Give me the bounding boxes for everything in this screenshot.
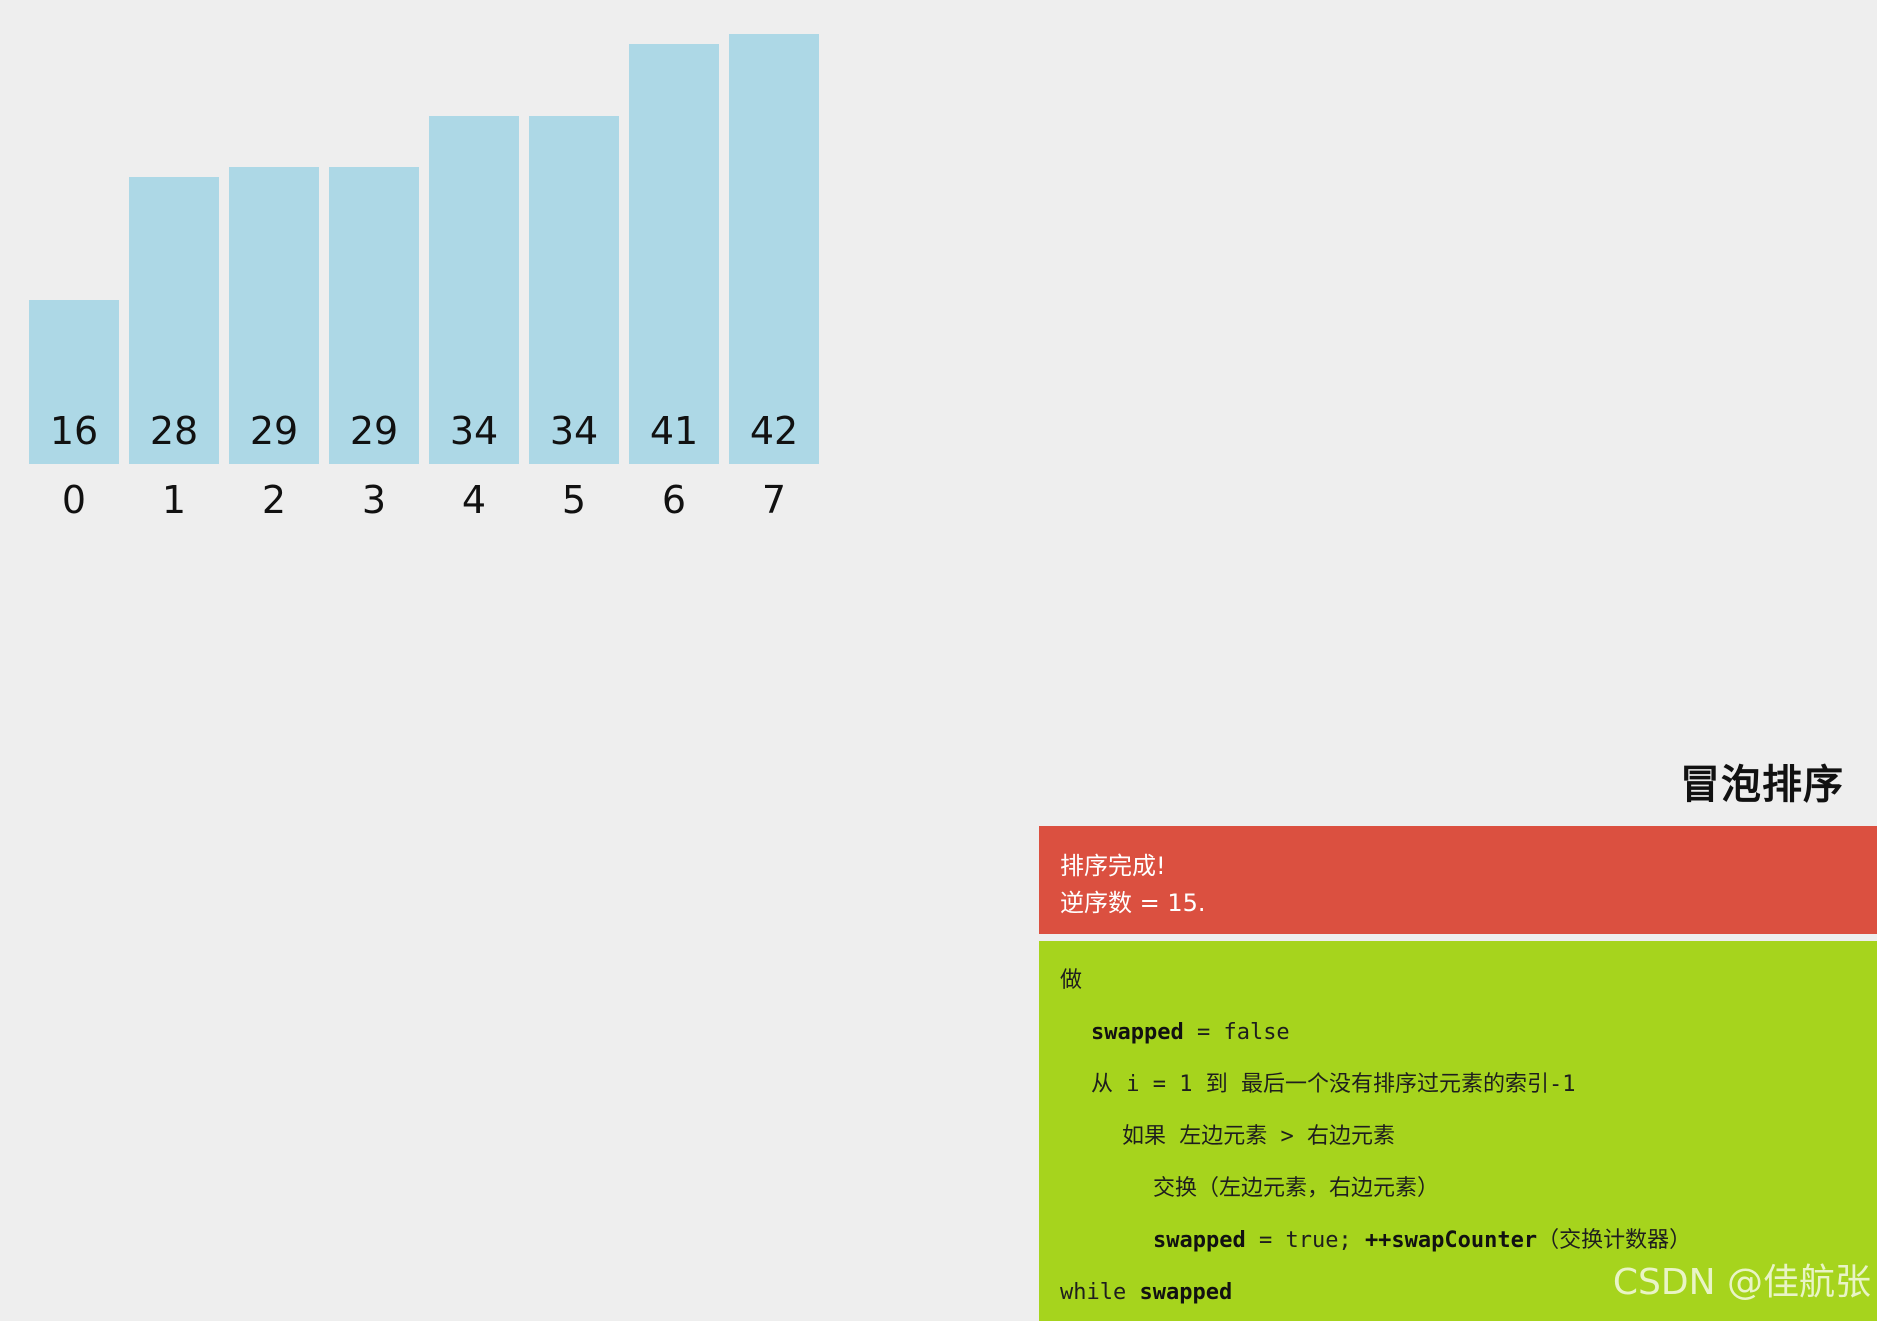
pseudocode-line-1: swapped = false: [1039, 1007, 1877, 1059]
pseudocode-line-4: 交换（左边元素，右边元素）: [1039, 1163, 1877, 1215]
pseudocode-token: swapped: [1139, 1280, 1233, 1305]
pseudocode-token: （交换计数器）: [1537, 1228, 1692, 1253]
bar-value-label-1: 28: [149, 409, 199, 453]
pseudocode-token: = false: [1183, 1020, 1290, 1045]
algorithm-title: 冒泡排序: [1680, 762, 1844, 808]
bar-value-label-0: 16: [49, 409, 99, 453]
bar-index-label-6: 6: [661, 478, 687, 522]
status-line-completed: 排序完成!: [1060, 852, 1166, 880]
pseudocode-token: 从 i = 1 到 最后一个没有排序过元素的索引-1: [1091, 1072, 1576, 1097]
pseudocode-token: = true;: [1245, 1228, 1365, 1253]
bar-index-label-0: 0: [61, 478, 87, 522]
bar-value-label-3: 29: [349, 409, 399, 453]
watermark: CSDN @佳航张: [1612, 1262, 1871, 1303]
pseudocode-token: ++swapCounter: [1364, 1228, 1538, 1253]
bar-value-label-5: 34: [549, 409, 599, 453]
bar-value-label-2: 29: [249, 409, 299, 453]
status-panel: 排序完成! 逆序数 = 15.: [1039, 826, 1877, 934]
pseudocode-line-3: 如果 左边元素 > 右边元素: [1039, 1111, 1877, 1163]
pseudocode-token: swapped: [1153, 1228, 1246, 1253]
pseudocode-token: 做: [1060, 968, 1083, 993]
pseudocode-token: while: [1060, 1280, 1140, 1305]
bar-value-label-4: 34: [449, 409, 499, 453]
bar-value-label-6: 41: [649, 409, 699, 453]
bar-index-label-7: 7: [761, 478, 787, 522]
bar-index-label-2: 2: [261, 478, 287, 522]
bar-chart-visualization: 16 0 28 1 29 2 29 3 34 4 34 5 41 6 42 7: [0, 0, 860, 560]
bar-value-label-7: 42: [749, 409, 799, 453]
pseudocode-token: 交换（左边元素，右边元素）: [1153, 1176, 1440, 1201]
pseudocode-line-0: 做: [1039, 955, 1877, 1007]
bar-index-label-3: 3: [361, 478, 387, 522]
bar-7: [729, 34, 819, 464]
bar-index-label-1: 1: [161, 478, 187, 522]
pseudocode-token: 如果 左边元素 > 右边元素: [1122, 1124, 1395, 1149]
pseudocode-line-2: 从 i = 1 到 最后一个没有排序过元素的索引-1: [1039, 1059, 1877, 1111]
bar-6: [629, 44, 719, 464]
status-line-inversions: 逆序数 = 15.: [1060, 889, 1206, 917]
bar-index-label-4: 4: [461, 478, 487, 522]
pseudocode-token: swapped: [1091, 1020, 1184, 1045]
bar-index-label-5: 5: [561, 478, 587, 522]
